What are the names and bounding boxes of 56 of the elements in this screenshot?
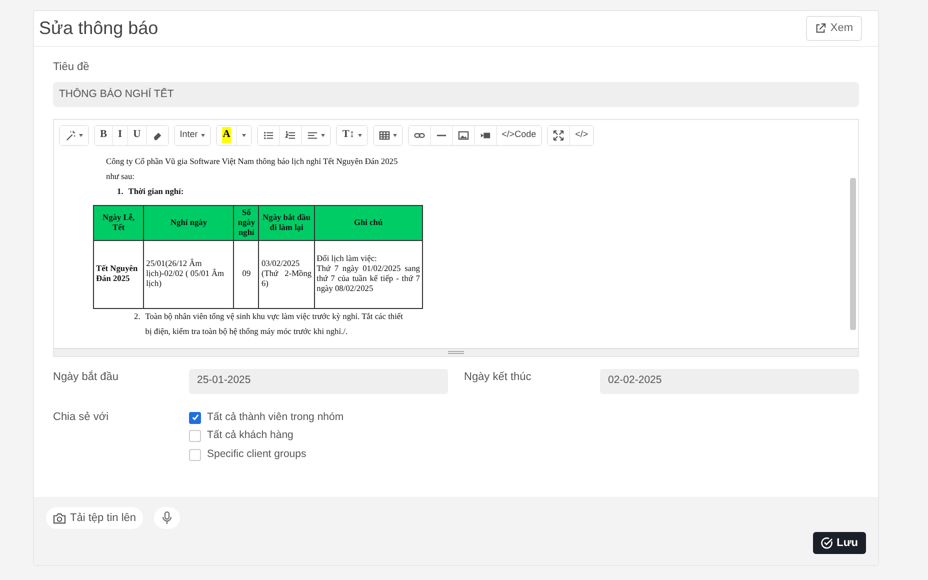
external-link-icon [815,23,826,34]
date-field[interactable]: 02-02-2025 [600,368,859,394]
format-button[interactable]: </>Code [496,126,542,144]
align-icon [307,130,318,140]
caret-icon [242,134,246,136]
table-cell: Tết Nguyên Đán 2025 [94,240,144,308]
checkbox-label: Specific client groups [207,446,306,462]
check-circle-icon [820,537,833,549]
field-label: Ngày bắt đầu [53,370,120,384]
caret-icon [358,134,362,136]
table-header-cell: Ngày Lễ, Tết [94,205,144,240]
microphone-button[interactable] [154,507,180,529]
field-label: Tiêu đề [53,60,90,75]
caret-icon [79,134,83,136]
upload-button[interactable]: Tải tệp tin lên [46,507,144,529]
checkbox[interactable] [189,412,201,424]
align-button[interactable] [301,126,330,144]
caret-icon [200,134,205,136]
table-icon [378,130,390,140]
save-button[interactable]: Lưu [812,532,866,554]
resize-handle[interactable] [54,348,858,356]
date-field[interactable]: 25-01-2025 [189,368,448,394]
field-label: Ngày kết thúc [464,370,532,384]
table-header-cell: Ghi chú [314,205,422,240]
numbered-list-icon [285,130,296,140]
checkbox-label: Tất cả khách hàng [207,428,294,444]
table-cell: 03/02/2025 (Thứ 2-Mồng 6) [258,240,314,308]
table-header-cell: Số ngày nghỉ [234,205,259,240]
rich-text-editor[interactable] [53,118,859,356]
fullscreen-icon [553,130,564,140]
bullet-list-icon [263,130,274,140]
table-header-cell: Nghỉ ngày [144,205,234,240]
caret-icon [321,134,326,136]
field-label: Chia sẻ với [53,410,110,424]
camera-icon [53,512,66,524]
list-number: 2. [134,310,140,322]
table-cell: 25/01(26/12 Âm lịch)-02/02 ( 05/01 Âm lịch) [144,240,234,308]
scrollbar[interactable] [850,178,856,330]
view-button[interactable]: Xem [806,16,862,41]
paragraph: Công ty Cổ phần Vũ gia Software Việt Nam thông báo lịch nghỉ Tết Nguyên Đán 2025 như sau: [106,156,398,182]
table-cell: 09 [234,240,259,308]
microphone-icon [162,511,172,525]
table-cell: Đổi lịch làm việc: Thứ 7 ngày 01/02/2025 sang thứ 7 của tuần kế tiếp - thứ 7 ngày 08/02/2025 [314,240,422,308]
list-item: Toàn bộ nhân viên tổng vệ sinh khu vực làm việc trước kỳ nghỉ. Tắt các thiết bị điện, kiểm tra toàn bộ hệ thống máy móc trước khi nghỉ./. [145,310,404,338]
list-item: Thời gian nghỉ: [128,186,184,198]
eraser-button[interactable] [146,126,168,144]
format-button[interactable]: Inter [174,126,210,144]
page-title: Sửa thông báo [39,17,158,40]
checkbox-label: Tất cả thành viên trong nhóm [207,410,344,425]
format-button[interactable]: </> [569,126,594,144]
list-number: 1. [117,186,124,198]
caret-icon [392,134,397,136]
format-button[interactable]: T↕ [337,126,367,144]
table-header-cell: Ngày bắt đầu đi làm lại [258,205,314,240]
image-icon [458,130,469,140]
magic-wand-icon [65,130,76,140]
